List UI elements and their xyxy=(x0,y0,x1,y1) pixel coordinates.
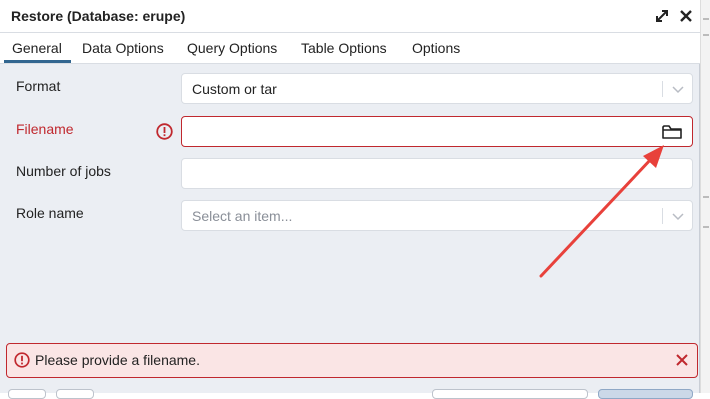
error-alert: Please provide a filename. xyxy=(6,343,698,378)
jobs-label: Number of jobs xyxy=(16,163,111,179)
role-label: Role name xyxy=(16,205,84,221)
role-select[interactable]: Select an item... xyxy=(181,200,693,231)
background-window-strip xyxy=(700,0,710,393)
role-placeholder: Select an item... xyxy=(192,208,293,224)
tab-bar: General Data Options Query Options Table… xyxy=(0,33,700,64)
background-mark xyxy=(703,196,709,198)
tab-table-options[interactable]: Table Options xyxy=(301,40,387,56)
active-tab-indicator xyxy=(4,60,71,63)
dialog-titlebar: Restore (Database: erupe) xyxy=(0,0,700,33)
alert-message: Please provide a filename. xyxy=(35,352,200,368)
background-mark xyxy=(703,18,709,20)
tab-data-options[interactable]: Data Options xyxy=(82,40,164,56)
filename-label: Filename xyxy=(16,121,74,137)
restore-dialog: Restore (Database: erupe) General Data O… xyxy=(0,0,700,399)
info-button[interactable] xyxy=(56,389,94,399)
format-label: Format xyxy=(16,78,61,94)
chevron-down-icon[interactable] xyxy=(671,82,685,96)
close-alert-icon[interactable] xyxy=(675,353,689,367)
jobs-input[interactable] xyxy=(181,158,693,189)
tab-options[interactable]: Options xyxy=(412,40,460,56)
chevron-down-icon[interactable] xyxy=(671,209,685,223)
tab-general[interactable]: General xyxy=(12,40,62,56)
maximize-icon[interactable] xyxy=(654,8,670,24)
error-icon xyxy=(156,123,173,140)
folder-icon[interactable] xyxy=(661,123,683,141)
close-icon[interactable] xyxy=(678,8,694,24)
filename-input[interactable] xyxy=(181,116,693,147)
error-icon xyxy=(14,352,30,368)
select-separator xyxy=(662,81,663,97)
tab-query-options[interactable]: Query Options xyxy=(187,40,277,56)
cancel-button[interactable] xyxy=(432,389,588,399)
dialog-title: Restore (Database: erupe) xyxy=(11,8,186,24)
select-separator xyxy=(662,208,663,224)
background-mark xyxy=(703,226,709,228)
restore-button[interactable] xyxy=(598,389,693,399)
help-button[interactable] xyxy=(8,389,46,399)
background-mark xyxy=(703,34,709,36)
format-value: Custom or tar xyxy=(192,81,277,97)
format-select[interactable]: Custom or tar xyxy=(181,73,693,104)
